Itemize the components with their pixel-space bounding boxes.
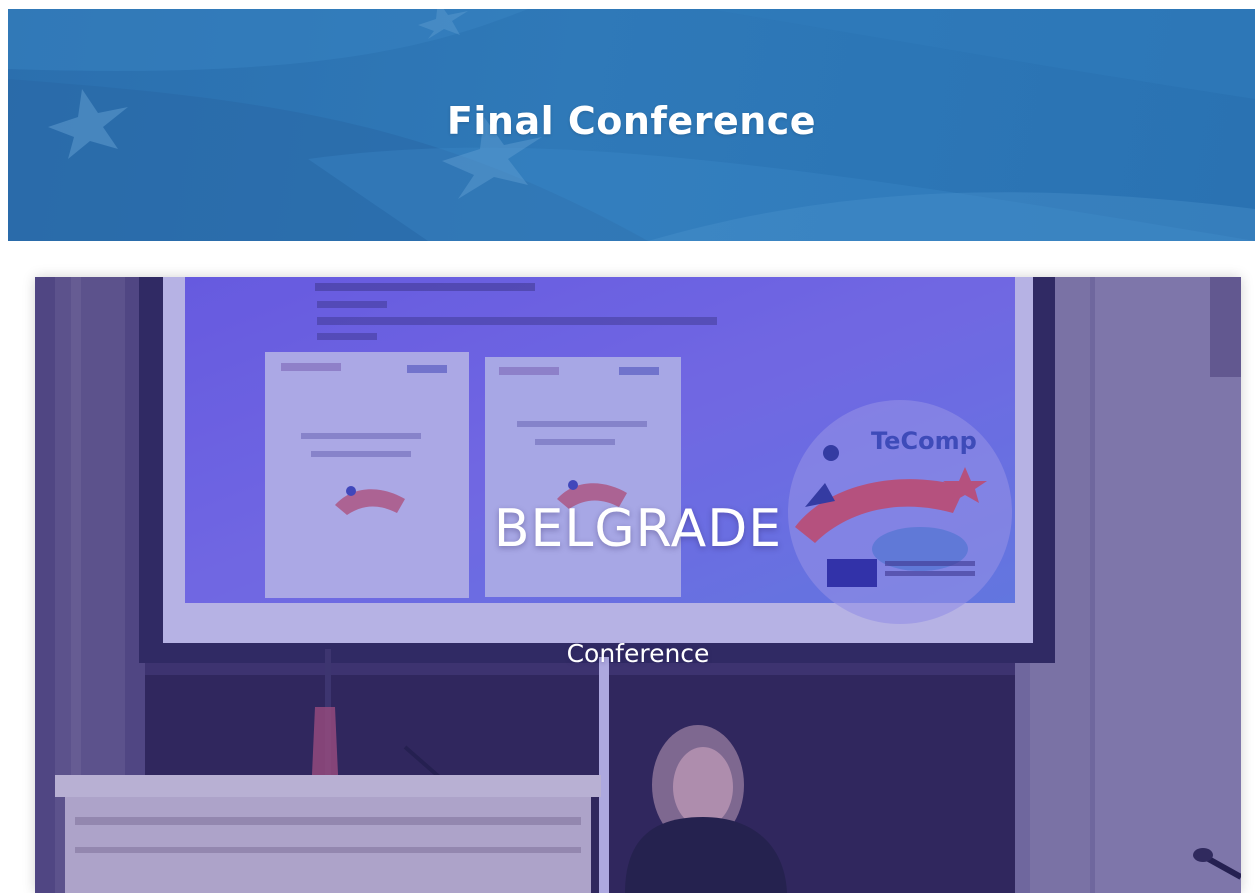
page: Final Conference TeComp BELGRADE Confere…: [0, 0, 1255, 893]
event-category: Conference: [566, 639, 710, 668]
event-card-belgrade[interactable]: TeComp BELGRADE Conference: [35, 277, 1241, 893]
page-header-banner: Final Conference: [8, 9, 1255, 241]
screen-logo-text: TeComp: [871, 427, 977, 455]
conference-photo: TeComp: [35, 277, 1241, 893]
page-title: Final Conference: [446, 99, 817, 143]
event-title: BELGRADE: [493, 499, 783, 559]
